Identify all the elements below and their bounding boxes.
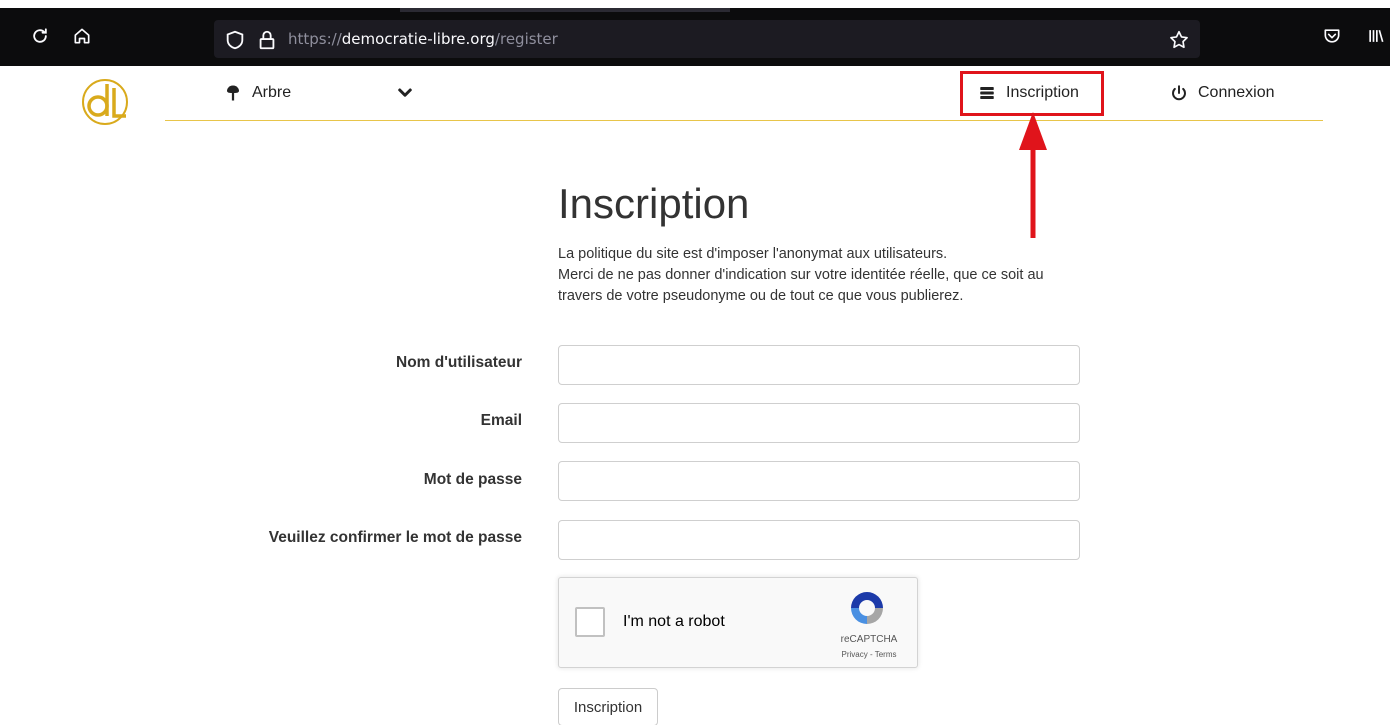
home-icon[interactable] (68, 22, 96, 50)
library-icon[interactable] (1362, 22, 1390, 50)
recaptcha-checkbox[interactable] (575, 607, 605, 637)
tab-strip-hint (400, 8, 730, 12)
url-scheme: https:// (288, 30, 342, 48)
recaptcha-links[interactable]: Privacy - Terms (829, 650, 909, 659)
annotation-highlight-box (960, 71, 1104, 116)
tracking-protection-shield-icon[interactable] (224, 29, 246, 51)
url-path: /register (494, 30, 558, 48)
power-icon (1172, 85, 1186, 101)
recaptcha-label: I'm not a robot (623, 613, 725, 630)
nav-login-label: Connexion (1198, 84, 1275, 101)
url-bar[interactable]: https://democratie-libre.org/register (214, 20, 1200, 58)
url-host: democratie-libre.org (341, 30, 495, 48)
nav-login-link[interactable]: Connexion (1170, 84, 1275, 102)
site-logo[interactable] (74, 76, 136, 128)
intro-line: La politique du site est d'imposer l'ano… (558, 246, 948, 262)
confirm-password-label: Veuillez confirmer le mot de passe (268, 529, 522, 546)
submit-button[interactable]: Inscription (558, 688, 658, 725)
browser-toolbar: https://democratie-libre.org/register (0, 0, 1390, 66)
bookmark-star-icon[interactable] (1168, 29, 1190, 51)
nav-underline (165, 120, 1323, 121)
email-label: Email (480, 412, 522, 429)
intro-line: Merci de ne pas donner d'indication sur … (558, 267, 1044, 283)
intro-text: La politique du site est d'imposer l'ano… (558, 244, 1078, 307)
reload-icon[interactable] (26, 22, 54, 50)
intro-line: travers de votre pseudonyme ou de tout c… (558, 288, 964, 304)
password-label: Mot de passe (423, 471, 522, 488)
recaptcha-logo-icon (851, 592, 883, 624)
pocket-icon[interactable] (1318, 22, 1346, 50)
tree-icon (227, 85, 239, 101)
chevron-down-icon[interactable] (396, 84, 424, 102)
nav-tree-menu[interactable]: Arbre (224, 84, 291, 102)
confirm-password-input[interactable] (558, 520, 1080, 560)
username-label: Nom d'utilisateur (396, 354, 522, 371)
window-top-edge (0, 0, 1390, 8)
recaptcha-brand: reCAPTCHA (840, 634, 898, 645)
page-title: Inscription (558, 180, 750, 227)
nav-tree-label: Arbre (252, 84, 292, 101)
annotation-arrow (1019, 112, 1047, 238)
recaptcha-widget: I'm not a robot reCAPTCHA Privacy - Term… (558, 577, 918, 668)
username-input[interactable] (558, 345, 1080, 385)
password-input[interactable] (558, 461, 1080, 501)
lock-icon[interactable] (256, 29, 278, 51)
url-text[interactable]: https://democratie-libre.org/register (288, 30, 558, 48)
email-input[interactable] (558, 403, 1080, 443)
